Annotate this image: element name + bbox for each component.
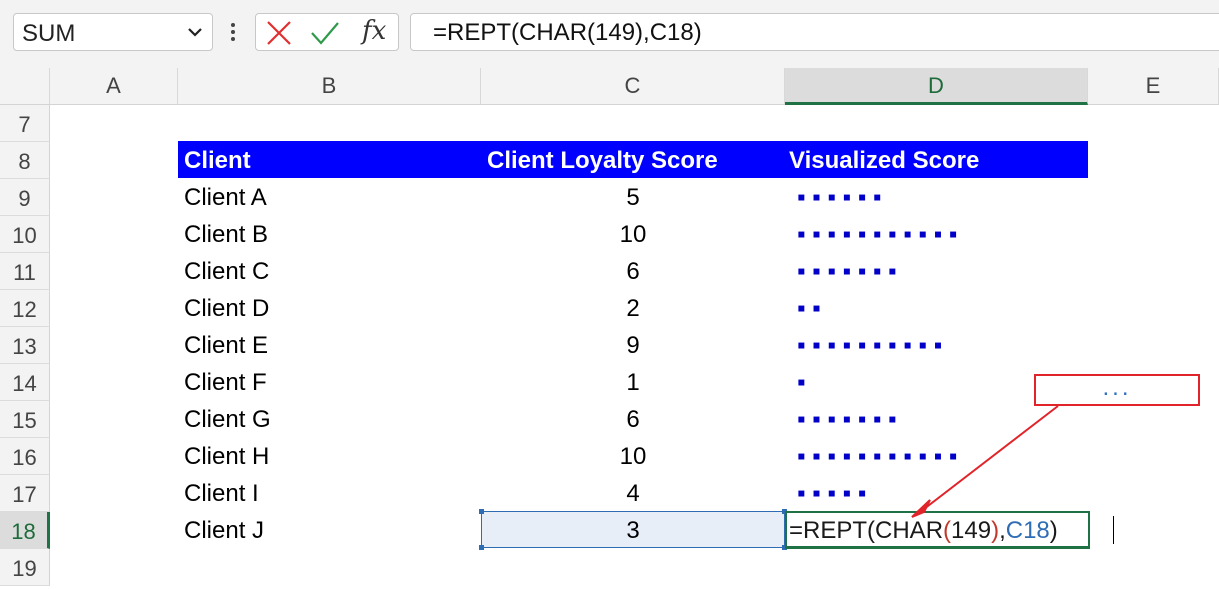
score-cell[interactable]: 6 <box>481 253 785 290</box>
callout-text: ... <box>1102 374 1132 401</box>
column-headers: A B C D E <box>0 68 1219 105</box>
score-cell[interactable]: 4 <box>481 475 785 512</box>
formula-part: 149 <box>951 517 992 544</box>
visual-score-cell[interactable]: ▪ <box>797 364 806 401</box>
check-icon[interactable] <box>310 20 340 46</box>
visual-score-cell[interactable]: ▪ ▪ <box>797 290 821 327</box>
score-cell[interactable]: 9 <box>481 327 785 364</box>
formula-input[interactable]: =REPT(CHAR(149),C18) <box>410 13 1219 51</box>
formula-part: CHAR <box>875 517 944 544</box>
formula-text: =REPT(CHAR(149),C18) <box>433 19 702 46</box>
formula-bar: SUM fx =REPT(CHAR(149),C18) <box>0 0 1219 68</box>
formula-part: =REPT( <box>789 517 876 544</box>
visual-score-cell[interactable]: ▪ ▪ ▪ ▪ ▪ ▪ ▪ ▪ ▪ ▪ ▪ <box>797 216 957 253</box>
score-cell[interactable]: 5 <box>481 179 785 216</box>
formula-part: ) <box>1049 517 1058 544</box>
formula-part: ( <box>943 517 952 544</box>
client-name-cell[interactable]: Client J <box>184 512 264 549</box>
client-name-cell[interactable]: Client F <box>184 364 267 401</box>
chevron-down-icon[interactable] <box>186 23 204 41</box>
more-options-icon[interactable] <box>226 18 240 46</box>
formula-buttons: fx <box>255 13 399 51</box>
visual-score-cell[interactable]: ▪ ▪ ▪ ▪ ▪ ▪ ▪ <box>797 253 897 290</box>
row-header-16[interactable]: 16 <box>0 438 50 475</box>
row-header-12[interactable]: 12 <box>0 290 50 327</box>
client-name-cell[interactable]: Client I <box>184 475 259 512</box>
row-header-8[interactable]: 8 <box>0 142 50 179</box>
row-header-15[interactable]: 15 <box>0 401 50 438</box>
header-loyalty-score[interactable]: Client Loyalty Score <box>487 142 718 179</box>
client-name-cell[interactable]: Client G <box>184 401 271 438</box>
score-cell[interactable]: 10 <box>481 438 785 475</box>
text-cursor <box>1113 516 1114 544</box>
column-header-c[interactable]: C <box>481 68 785 104</box>
row-header-9[interactable]: 9 <box>0 179 50 216</box>
visual-score-cell[interactable]: ▪ ▪ ▪ ▪ ▪ ▪ ▪ ▪ ▪ ▪ <box>797 327 942 364</box>
cancel-icon[interactable] <box>266 20 292 46</box>
visual-score-cell[interactable]: ▪ ▪ ▪ ▪ ▪ <box>797 475 866 512</box>
in-cell-formula[interactable]: =REPT(CHAR(149),C18) <box>789 511 1058 550</box>
row-header-10[interactable]: 10 <box>0 216 50 253</box>
score-cell[interactable]: 6 <box>481 401 785 438</box>
row-header-13[interactable]: 13 <box>0 327 50 364</box>
row-header-7[interactable]: 7 <box>0 105 50 142</box>
name-box[interactable]: SUM <box>13 13 213 51</box>
column-header-e[interactable]: E <box>1088 68 1219 104</box>
formula-part: C18 <box>1005 517 1050 544</box>
score-cell[interactable]: 2 <box>481 290 785 327</box>
column-header-d[interactable]: D <box>785 68 1088 105</box>
visual-score-cell[interactable]: ▪ ▪ ▪ ▪ ▪ ▪ ▪ ▪ ▪ ▪ ▪ <box>797 438 957 475</box>
client-name-cell[interactable]: Client C <box>184 253 269 290</box>
column-header-b[interactable]: B <box>178 68 481 104</box>
client-name-cell[interactable]: Client H <box>184 438 269 475</box>
insert-function-icon[interactable]: fx <box>362 16 386 46</box>
column-header-a[interactable]: A <box>50 68 178 104</box>
formula-part: ) <box>991 517 1000 544</box>
client-name-cell[interactable]: Client B <box>184 216 268 253</box>
visual-score-cell[interactable]: ▪ ▪ ▪ ▪ ▪ ▪ ▪ <box>797 401 897 438</box>
score-cell[interactable]: 10 <box>481 216 785 253</box>
row-header-18[interactable]: 18 <box>0 512 50 549</box>
client-name-cell[interactable]: Client A <box>184 179 267 216</box>
row-header-19[interactable]: 19 <box>0 549 50 586</box>
row-header-17[interactable]: 17 <box>0 475 50 512</box>
client-name-cell[interactable]: Client E <box>184 327 268 364</box>
select-all-corner[interactable] <box>0 68 50 104</box>
visual-score-cell[interactable]: ▪ ▪ ▪ ▪ ▪ ▪ <box>797 179 881 216</box>
score-cell[interactable]: 3 <box>481 512 785 549</box>
callout-box: ... <box>1034 374 1200 406</box>
header-visualized-score[interactable]: Visualized Score <box>789 142 979 179</box>
row-header-14[interactable]: 14 <box>0 364 50 401</box>
row-header-11[interactable]: 11 <box>0 253 50 290</box>
score-cell[interactable]: 1 <box>481 364 785 401</box>
name-box-value: SUM <box>22 20 76 47</box>
header-client[interactable]: Client <box>184 142 251 179</box>
client-name-cell[interactable]: Client D <box>184 290 269 327</box>
formula-part: , <box>999 517 1006 544</box>
